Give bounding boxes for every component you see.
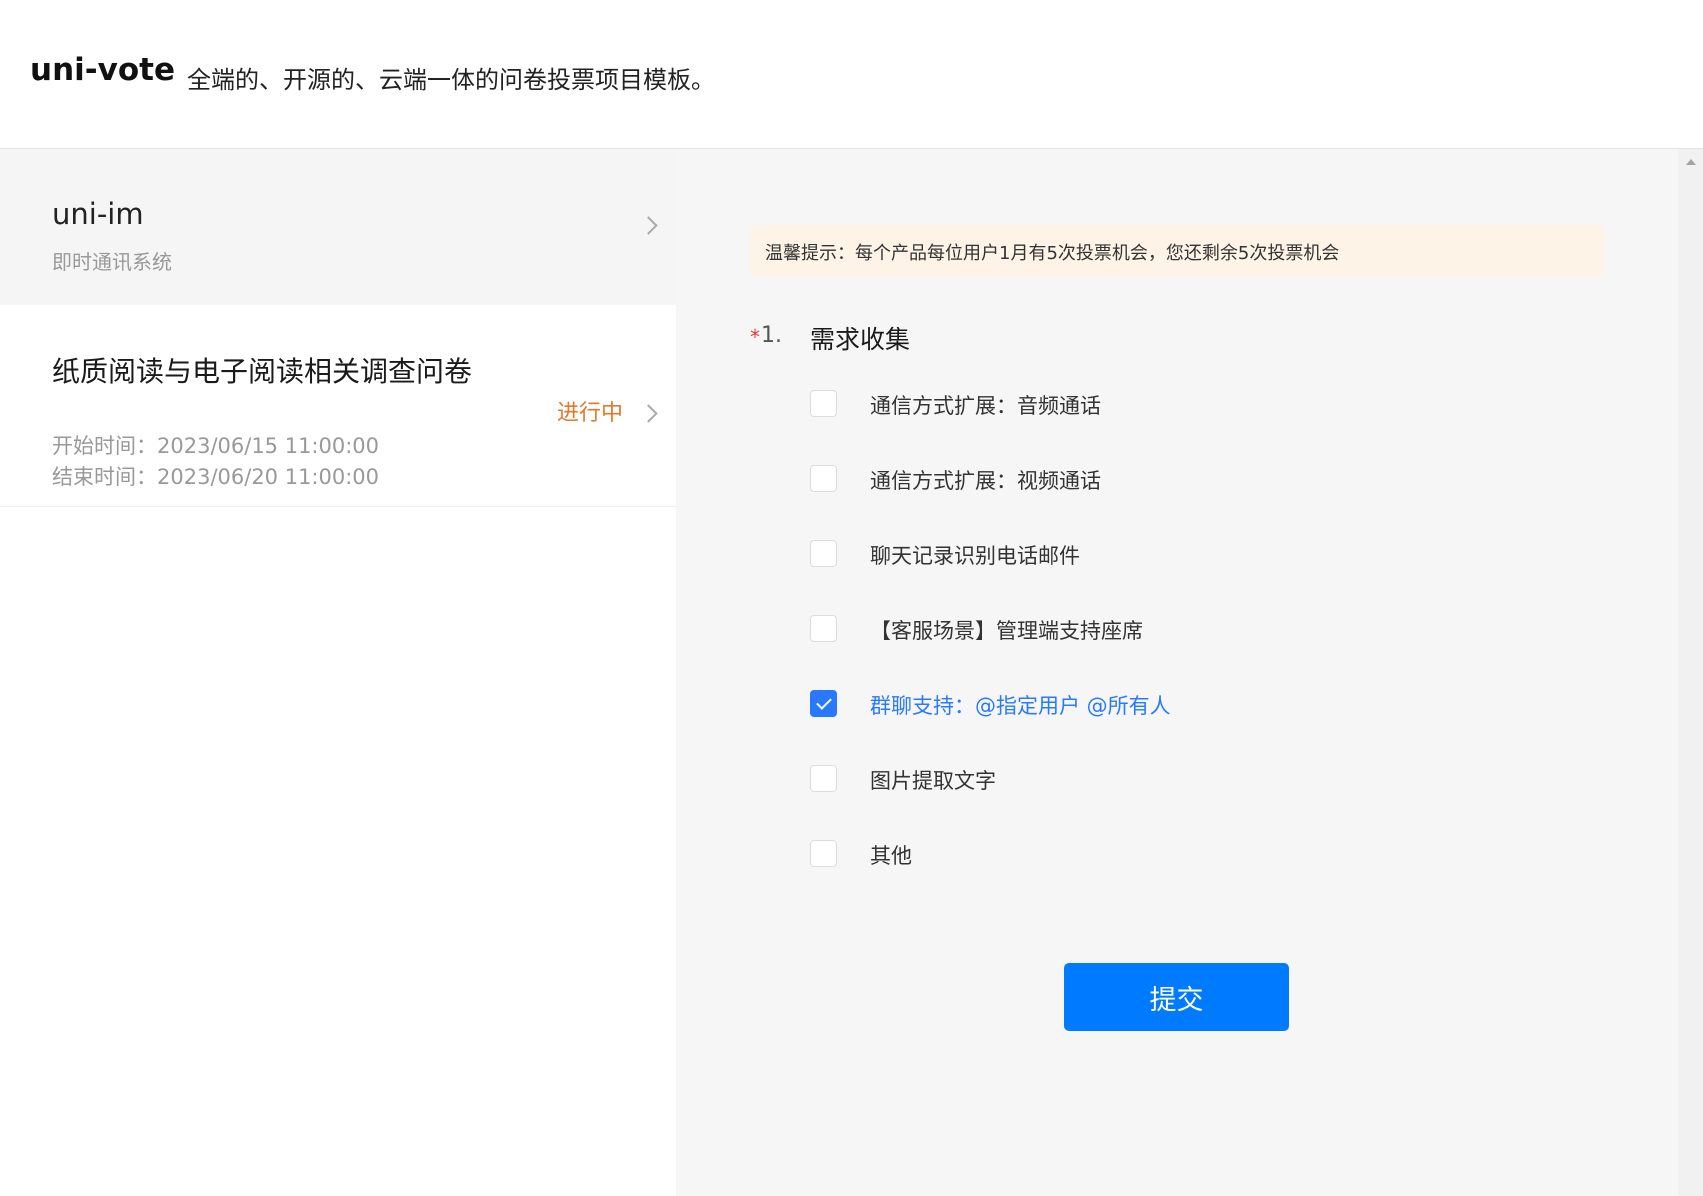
- question-title: 需求收集: [810, 325, 911, 354]
- option-label: 图片提取文字: [870, 769, 996, 793]
- option-label: 聊天记录识别电话邮件: [870, 544, 1080, 568]
- option-3[interactable]: 【客服场景】管理端支持座席: [810, 611, 1610, 651]
- survey-item[interactable]: 纸质阅读与电子阅读相关调查问卷 开始时间：2023/06/15 11:00:00…: [0, 305, 676, 507]
- project-item-uni-im[interactable]: uni-im 即时通讯系统: [0, 149, 676, 305]
- chevron-right-icon: [639, 404, 658, 423]
- option-1[interactable]: 通信方式扩展：视频通话: [810, 461, 1610, 501]
- app-header: uni-vote 全端的、开源的、云端一体的问卷投票项目模板。: [0, 0, 1703, 149]
- notice-banner: 温馨提示：每个产品每位用户1月有5次投票机会，您还剩余5次投票机会: [750, 225, 1604, 277]
- required-mark: *: [750, 325, 760, 349]
- survey-start-time: 开始时间：2023/06/15 11:00:00: [52, 434, 380, 458]
- notice-text: 温馨提示：每个产品每位用户1月有5次投票机会，您还剩余5次投票机会: [765, 243, 1340, 264]
- scrollbar[interactable]: [1678, 149, 1703, 1196]
- brand-tagline: 全端的、开源的、云端一体的问卷投票项目模板。: [187, 66, 715, 94]
- scroll-up-arrow-icon[interactable]: [1686, 159, 1696, 165]
- option-2[interactable]: 聊天记录识别电话邮件: [810, 536, 1610, 576]
- project-description: 即时通讯系统: [52, 250, 172, 274]
- option-4[interactable]: 群聊支持：@指定用户 @所有人: [810, 686, 1610, 726]
- sidebar: uni-im 即时通讯系统 纸质阅读与电子阅读相关调查问卷 开始时间：2023/…: [0, 149, 676, 1196]
- checkbox[interactable]: [810, 765, 837, 792]
- vote-panel: 温馨提示：每个产品每位用户1月有5次投票机会，您还剩余5次投票机会 * 1. 需…: [676, 149, 1678, 1196]
- option-label: 通信方式扩展：音频通话: [870, 394, 1101, 418]
- option-0[interactable]: 通信方式扩展：音频通话: [810, 386, 1610, 426]
- project-name: uni-im: [52, 197, 144, 231]
- option-label: 群聊支持：@指定用户 @所有人: [870, 694, 1171, 718]
- checkbox[interactable]: [810, 690, 837, 717]
- survey-status-badge: 进行中: [557, 401, 624, 426]
- survey-title: 纸质阅读与电子阅读相关调查问卷: [52, 355, 473, 388]
- checkbox[interactable]: [810, 465, 837, 492]
- checkbox[interactable]: [810, 615, 837, 642]
- option-5[interactable]: 图片提取文字: [810, 761, 1610, 801]
- question-number: 1.: [761, 323, 782, 348]
- survey-end-time: 结束时间：2023/06/20 11:00:00: [52, 465, 380, 489]
- chevron-right-icon: [639, 216, 658, 235]
- brand-logo[interactable]: uni-vote: [30, 52, 175, 88]
- option-label: 【客服场景】管理端支持座席: [870, 619, 1143, 643]
- option-6[interactable]: 其他: [810, 836, 1610, 876]
- option-label: 通信方式扩展：视频通话: [870, 469, 1101, 493]
- checkbox[interactable]: [810, 390, 837, 417]
- checkbox[interactable]: [810, 840, 837, 867]
- checkbox[interactable]: [810, 540, 837, 567]
- option-label: 其他: [870, 844, 912, 868]
- submit-button[interactable]: 提交: [1064, 963, 1289, 1031]
